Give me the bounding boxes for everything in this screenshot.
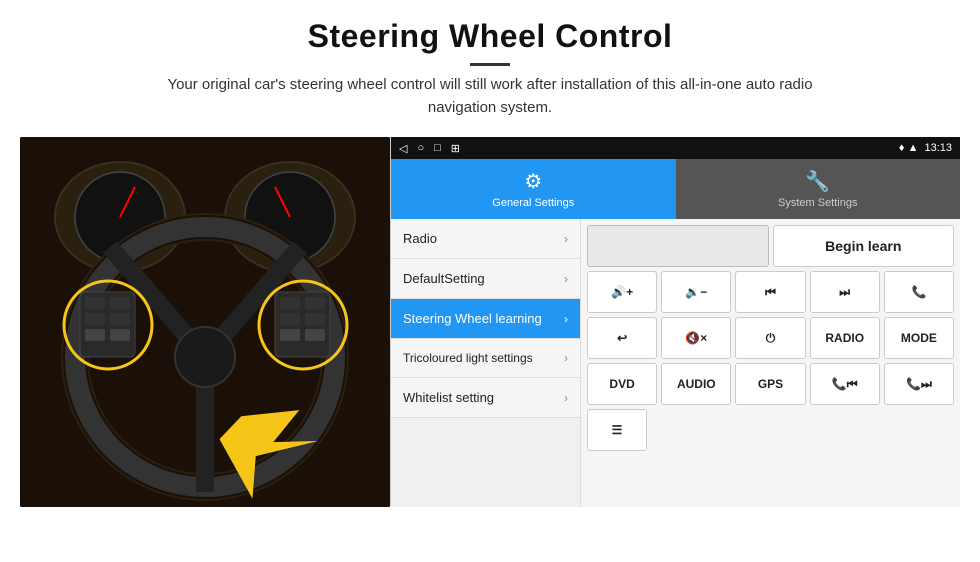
header-divider xyxy=(470,63,510,66)
vol-up-icon: 🔊+ xyxy=(611,285,633,299)
tel-next-button[interactable]: 📞⏭ xyxy=(884,363,954,405)
hang-up-icon: ↩ xyxy=(617,331,627,345)
tab-general-label: General Settings xyxy=(492,197,574,209)
system-settings-icon: 🔧 xyxy=(805,169,830,194)
dvd-label: DVD xyxy=(609,377,634,391)
chevron-icon: › xyxy=(564,391,568,405)
main-content: ◁ ○ □ ⊞ ♦ ▲ 13:13 ⚙ General Settings 🔧 S… xyxy=(20,137,960,507)
controls-panel: Begin learn 🔊+ 🔉− ⏮ ⏭ xyxy=(581,219,960,507)
tab-general[interactable]: ⚙ General Settings xyxy=(391,159,676,219)
controls-row-3: ↩ 🔇× ⏻ RADIO MODE xyxy=(587,317,954,359)
tel-next-icon: 📞⏭ xyxy=(906,377,932,392)
next-track-button[interactable]: ⏭ xyxy=(810,271,880,313)
audio-button[interactable]: AUDIO xyxy=(661,363,731,405)
mute-icon: 🔇× xyxy=(685,331,707,345)
radio-button[interactable]: RADIO xyxy=(810,317,880,359)
menu-item-radio[interactable]: Radio › xyxy=(391,219,580,259)
page-title: Steering Wheel Control xyxy=(40,18,940,55)
menu-item-tricoloured[interactable]: Tricoloured light settings › xyxy=(391,339,580,378)
vol-up-button[interactable]: 🔊+ xyxy=(587,271,657,313)
general-settings-icon: ⚙ xyxy=(524,169,542,194)
menu-item-default-label: DefaultSetting xyxy=(403,271,485,286)
mode-button[interactable]: MODE xyxy=(884,317,954,359)
hang-up-button[interactable]: ↩ xyxy=(587,317,657,359)
menu-item-default[interactable]: DefaultSetting › xyxy=(391,259,580,299)
power-icon: ⏻ xyxy=(766,331,776,346)
mode-label: MODE xyxy=(901,331,937,345)
mute-button[interactable]: 🔇× xyxy=(661,317,731,359)
begin-learn-button[interactable]: Begin learn xyxy=(773,225,955,267)
chevron-icon: › xyxy=(564,312,568,326)
header-section: Steering Wheel Control Your original car… xyxy=(0,0,980,129)
menu-item-steering-label: Steering Wheel learning xyxy=(403,311,542,326)
car-image xyxy=(20,137,390,507)
menu-item-whitelist[interactable]: Whitelist setting › xyxy=(391,378,580,418)
next-track-icon: ⏭ xyxy=(839,285,850,300)
menu-items-panel: Radio › DefaultSetting › Steering Wheel … xyxy=(391,219,581,507)
power-button[interactable]: ⏻ xyxy=(735,317,805,359)
tel-prev-icon: 📞⏮ xyxy=(832,377,858,392)
radio-label: RADIO xyxy=(825,331,864,345)
vol-down-button[interactable]: 🔉− xyxy=(661,271,731,313)
chevron-icon: › xyxy=(564,272,568,286)
menu-item-whitelist-label: Whitelist setting xyxy=(403,390,494,405)
tab-system[interactable]: 🔧 System Settings xyxy=(676,159,961,219)
chevron-icon: › xyxy=(564,351,568,365)
empty-space xyxy=(587,225,769,267)
gps-button[interactable]: GPS xyxy=(735,363,805,405)
nav-recents[interactable]: □ xyxy=(434,142,441,154)
clock: 13:13 xyxy=(924,142,952,154)
phone-icon: 📞 xyxy=(911,285,926,299)
menu-item-tricoloured-label: Tricoloured light settings xyxy=(403,351,533,365)
tel-prev-button[interactable]: 📞⏮ xyxy=(810,363,880,405)
status-bar: ◁ ○ □ ⊞ ♦ ▲ 13:13 xyxy=(391,137,960,159)
nav-back[interactable]: ◁ xyxy=(399,142,407,155)
tab-system-label: System Settings xyxy=(778,197,857,209)
header-subtitle: Your original car's steering wheel contr… xyxy=(140,74,840,119)
gps-label: GPS xyxy=(758,377,783,391)
dvd-button[interactable]: DVD xyxy=(587,363,657,405)
android-ui: ◁ ○ □ ⊞ ♦ ▲ 13:13 ⚙ General Settings 🔧 S… xyxy=(390,137,960,507)
status-bar-info: ♦ ▲ 13:13 xyxy=(899,142,952,154)
icon-tabs: ⚙ General Settings 🔧 System Settings xyxy=(391,159,960,219)
controls-row-5: ☰ xyxy=(587,409,954,451)
prev-track-icon: ⏮ xyxy=(765,285,776,300)
chevron-icon: › xyxy=(564,232,568,246)
prev-track-button[interactable]: ⏮ xyxy=(735,271,805,313)
list-icon: ☰ xyxy=(612,423,623,437)
signal-icon: ♦ ▲ xyxy=(899,142,919,154)
phone-button[interactable]: 📞 xyxy=(884,271,954,313)
menu-item-radio-label: Radio xyxy=(403,231,437,246)
nav-home[interactable]: ○ xyxy=(417,142,424,154)
menu-list: Radio › DefaultSetting › Steering Wheel … xyxy=(391,219,960,507)
menu-item-steering[interactable]: Steering Wheel learning › xyxy=(391,299,580,339)
audio-label: AUDIO xyxy=(677,377,716,391)
controls-row-2: 🔊+ 🔉− ⏮ ⏭ 📞 xyxy=(587,271,954,313)
steering-wheel-svg xyxy=(20,137,390,507)
status-bar-nav: ◁ ○ □ ⊞ xyxy=(399,142,460,155)
controls-row-4: DVD AUDIO GPS 📞⏮ 📞⏭ xyxy=(587,363,954,405)
controls-row-1: Begin learn xyxy=(587,225,954,267)
list-icon-button[interactable]: ☰ xyxy=(587,409,647,451)
nav-menu[interactable]: ⊞ xyxy=(451,142,460,155)
vol-down-icon: 🔉− xyxy=(685,285,707,299)
